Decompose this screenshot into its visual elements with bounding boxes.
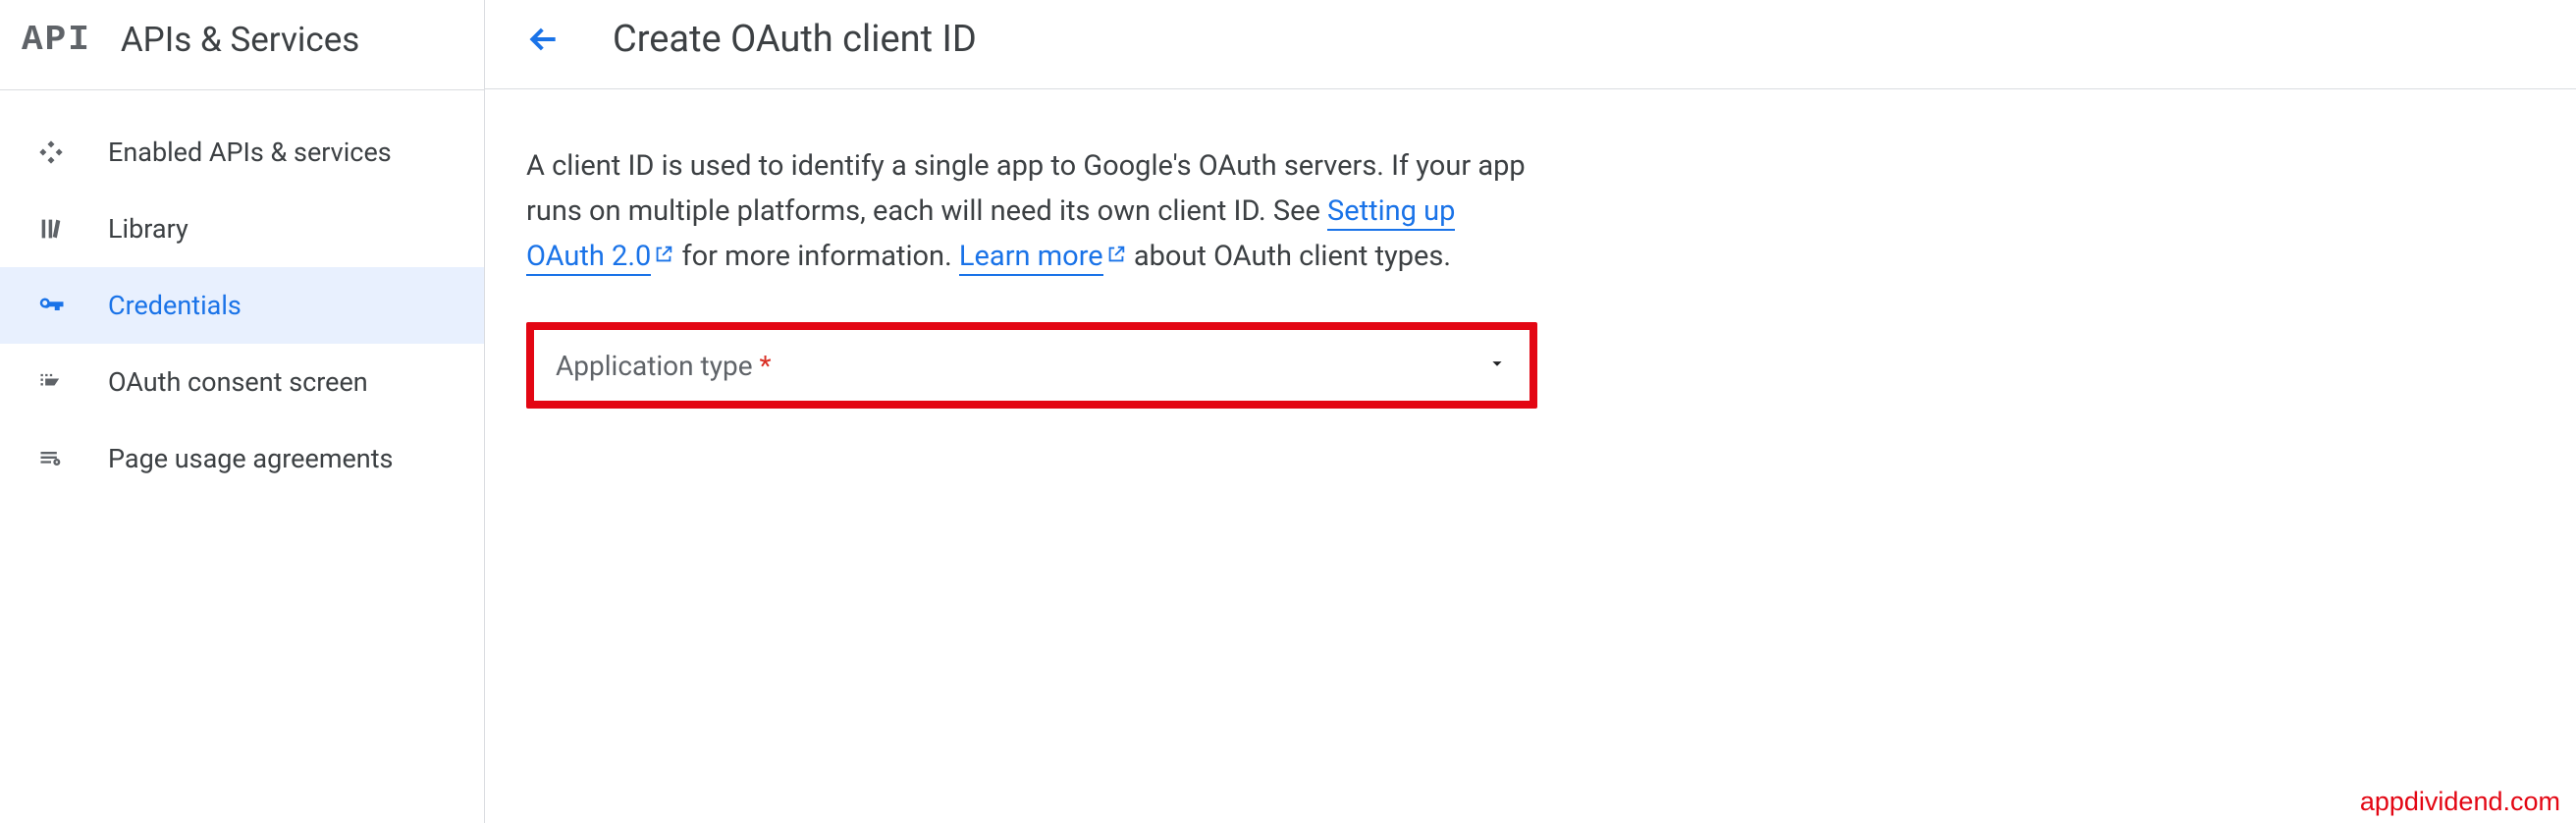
sidebar-item-page-usage-agreements[interactable]: Page usage agreements (0, 420, 484, 497)
back-arrow-icon[interactable] (524, 20, 564, 59)
description-text: for more information. (682, 240, 959, 273)
sidebar-item-library[interactable]: Library (0, 191, 484, 267)
sidebar-nav: Enabled APIs & services Library Credenti… (0, 90, 484, 497)
sidebar-item-oauth-consent[interactable]: OAuth consent screen (0, 344, 484, 420)
sidebar-title: APIs & Services (121, 20, 360, 60)
application-type-select[interactable]: Application type * (534, 330, 1530, 401)
watermark: appdividend.com (2360, 787, 2560, 817)
sidebar-item-label: Page usage agreements (108, 443, 394, 474)
sidebar-item-credentials[interactable]: Credentials (0, 267, 484, 344)
sidebar-item-label: OAuth consent screen (108, 366, 368, 398)
sidebar: API APIs & Services Enabled APIs & servi… (0, 0, 485, 823)
sidebar-item-enabled-apis[interactable]: Enabled APIs & services (0, 114, 484, 191)
chevron-down-icon (1486, 353, 1508, 378)
main-header: Create OAuth client ID (485, 0, 2576, 89)
sidebar-header: API APIs & Services (0, 0, 484, 90)
external-link-icon (653, 235, 674, 280)
select-label: Application type * (556, 350, 772, 382)
consent-icon (35, 366, 67, 398)
application-type-highlight: Application type * (526, 322, 1537, 409)
required-asterisk: * (759, 350, 771, 382)
library-icon (35, 213, 67, 245)
client-id-description: A client ID is used to identify a single… (526, 144, 1537, 279)
external-link-icon (1105, 235, 1127, 280)
diamonds-icon (35, 137, 67, 168)
main-body: A client ID is used to identify a single… (485, 89, 2576, 409)
api-logo: API (22, 20, 91, 60)
main-content: Create OAuth client ID A client ID is us… (485, 0, 2576, 823)
page-title: Create OAuth client ID (613, 18, 977, 61)
agreements-icon (35, 443, 67, 474)
sidebar-item-label: Library (108, 213, 188, 245)
learn-more-link[interactable]: Learn more (959, 240, 1103, 276)
key-icon (35, 290, 67, 321)
sidebar-item-label: Credentials (108, 290, 242, 321)
description-text: about OAuth client types. (1134, 240, 1451, 273)
sidebar-item-label: Enabled APIs & services (108, 137, 392, 168)
